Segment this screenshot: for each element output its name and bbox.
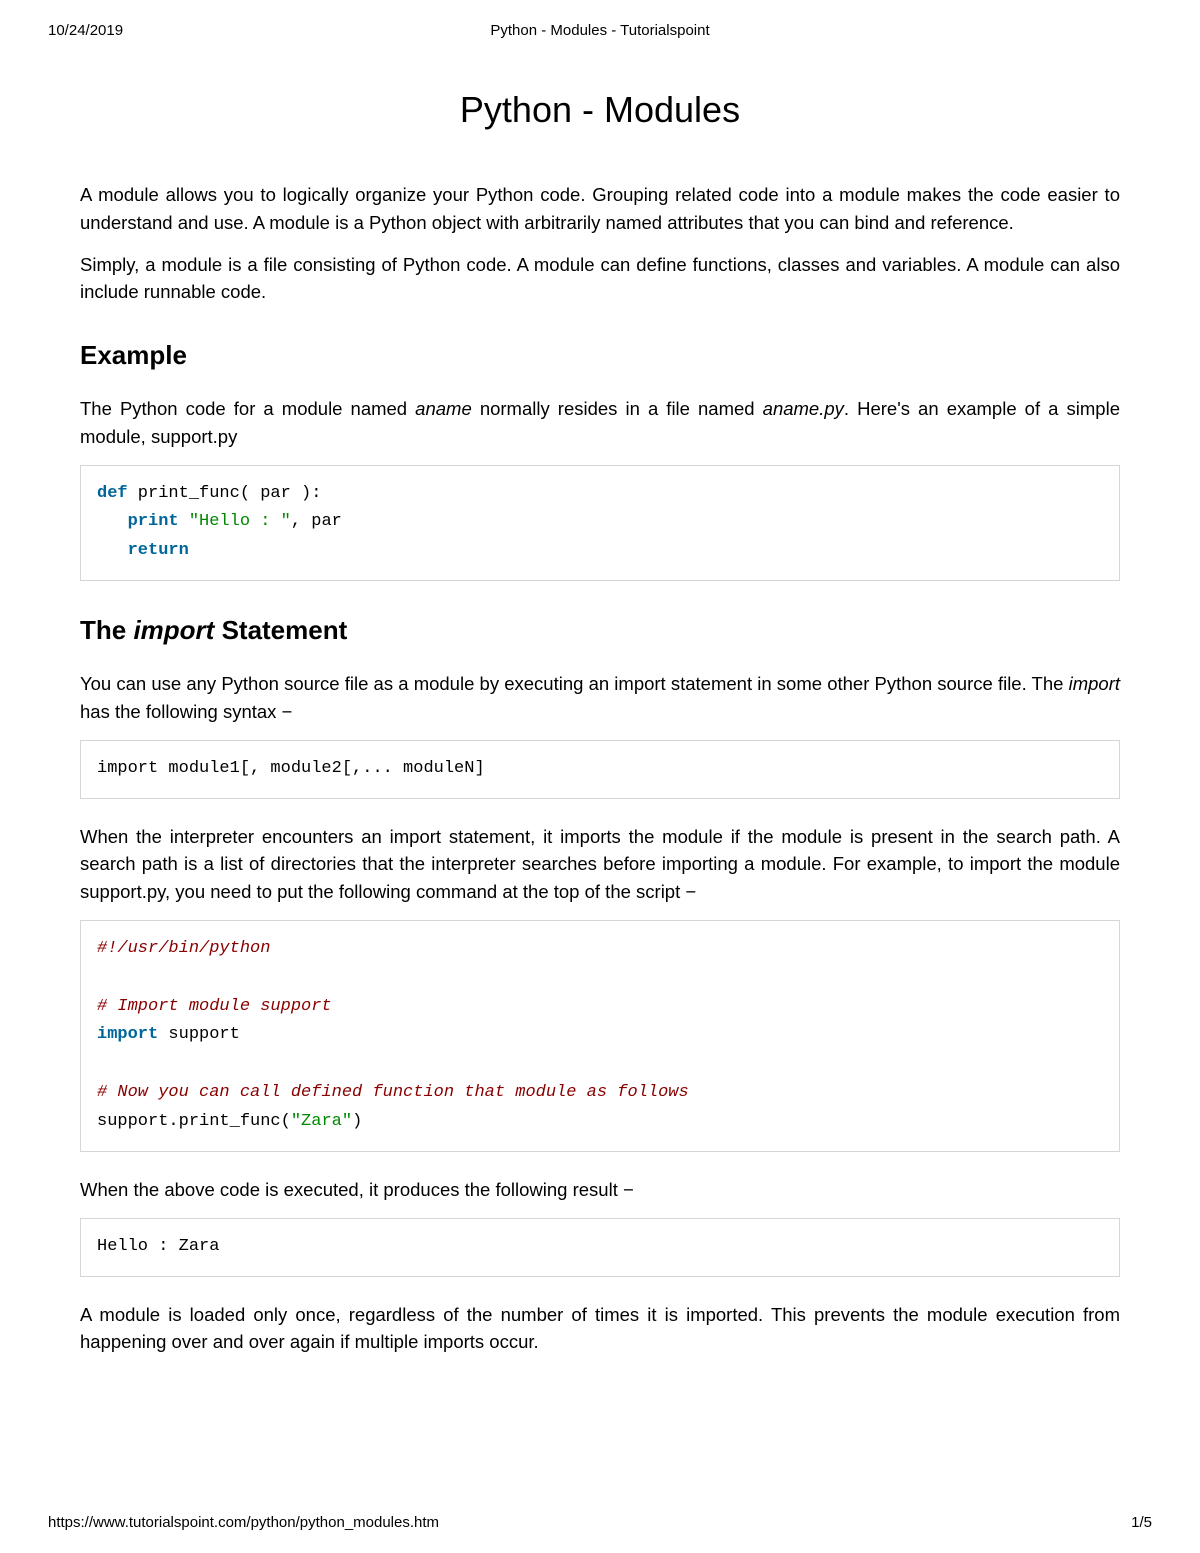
example-paragraph: The Python code for a module named aname… <box>80 395 1120 451</box>
print-date: 10/24/2019 <box>48 22 123 39</box>
page-title: Python - Modules <box>80 89 1120 131</box>
intro-paragraph-1: A module allows you to logically organiz… <box>80 181 1120 237</box>
import-paragraph-3: When the above code is executed, it prod… <box>80 1176 1120 1204</box>
italic-import: import <box>1069 673 1120 694</box>
footer-url: https://www.tutorialspoint.com/python/py… <box>48 1514 439 1531</box>
code-block-import-support: #!/usr/bin/python # Import module suppor… <box>80 920 1120 1152</box>
italic-aname-py: aname.py <box>763 398 844 419</box>
print-title: Python - Modules - Tutorialspoint <box>490 22 709 39</box>
heading-example: Example <box>80 340 1120 371</box>
print-header: 10/24/2019 Python - Modules - Tutorialsp… <box>0 0 1200 39</box>
code-block-support-py: def print_func( par ): print "Hello : ",… <box>80 465 1120 582</box>
document-content: Python - Modules A module allows you to … <box>0 39 1200 1356</box>
code-block-import-syntax: import module1[, module2[,... moduleN] <box>80 740 1120 799</box>
footer-page-number: 1/5 <box>1131 1514 1152 1531</box>
import-paragraph-2: When the interpreter encounters an impor… <box>80 823 1120 906</box>
heading-import-statement: The import Statement <box>80 615 1120 646</box>
import-paragraph-4: A module is loaded only once, regardless… <box>80 1301 1120 1357</box>
italic-aname: aname <box>415 398 472 419</box>
intro-paragraph-2: Simply, a module is a file consisting of… <box>80 251 1120 307</box>
italic-import-heading: import <box>133 615 214 645</box>
print-footer: https://www.tutorialspoint.com/python/py… <box>48 1514 1152 1531</box>
code-block-output: Hello : Zara <box>80 1218 1120 1277</box>
import-paragraph-1: You can use any Python source file as a … <box>80 670 1120 726</box>
